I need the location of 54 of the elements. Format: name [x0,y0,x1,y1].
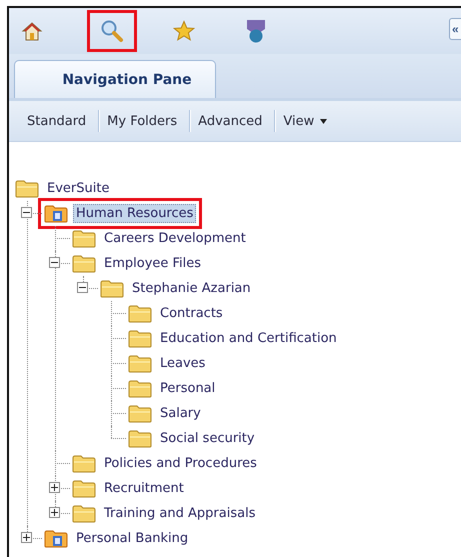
collapse-toggle[interactable] [77,282,88,293]
tree-node-label[interactable]: Personal [157,379,218,398]
expand-toggle[interactable] [49,482,60,493]
folder-document-icon [44,530,68,548]
tree-node-label[interactable]: Social security [157,429,258,448]
folder-icon [100,280,124,298]
folder-icon [128,354,152,372]
star-icon [173,20,195,42]
menu-item[interactable]: View [275,114,340,128]
minus-icon [23,209,30,216]
folder-icon [15,180,39,198]
tree-node-label[interactable]: Policies and Procedures [101,454,260,473]
folder-icon [128,304,152,322]
dropdown-caret-icon [320,118,328,124]
tree-node-label[interactable]: Personal Banking [73,529,192,548]
folder-icon [72,454,96,472]
tree-node-label[interactable]: EverSuite [44,179,112,198]
expand-toggle[interactable] [49,507,60,518]
shield-globe-icon [246,19,266,43]
folder-icon [72,230,96,248]
plus-icon [51,509,58,516]
tree-node-label[interactable]: Contracts [157,304,226,323]
menu-item[interactable]: My Folders [99,114,190,128]
folder-icon [128,380,152,398]
plus-icon [51,484,58,491]
tree-node-label[interactable]: Training and Appraisals [101,504,258,523]
minus-icon [51,259,58,266]
folder-icon [72,480,96,498]
menu-item[interactable]: Standard [19,114,98,128]
search-icon [100,19,124,43]
menu-item[interactable]: Advanced [190,114,274,128]
folder-icon [72,254,96,272]
collapse-toggle[interactable] [21,207,32,218]
tree-node-label[interactable]: Human Resources [73,204,196,223]
tree-node-label[interactable]: Employee Files [101,254,204,273]
tree-node-label[interactable]: Education and Certification [157,329,340,348]
home-icon [21,20,43,42]
tree-node-label[interactable]: Recruitment [101,479,187,498]
plus-icon [23,534,30,541]
tree-node-label[interactable]: Careers Development [101,229,249,248]
tree-node-label[interactable]: Salary [157,404,204,423]
collapse-button[interactable]: « [449,18,461,40]
minus-icon [79,284,86,291]
navigation-tab[interactable]: Navigation Pane [14,60,216,98]
tree-node-label[interactable]: Stephanie Azarian [129,279,254,298]
collapse-toggle[interactable] [49,257,60,268]
folder-icon [128,404,152,422]
folder-icon [128,330,152,348]
folder-icon [128,430,152,448]
search-button[interactable] [87,10,137,52]
folder-icon [72,504,96,522]
tree-node-label[interactable]: Leaves [157,354,208,373]
folder-document-icon [44,204,68,222]
expand-toggle[interactable] [21,532,32,543]
